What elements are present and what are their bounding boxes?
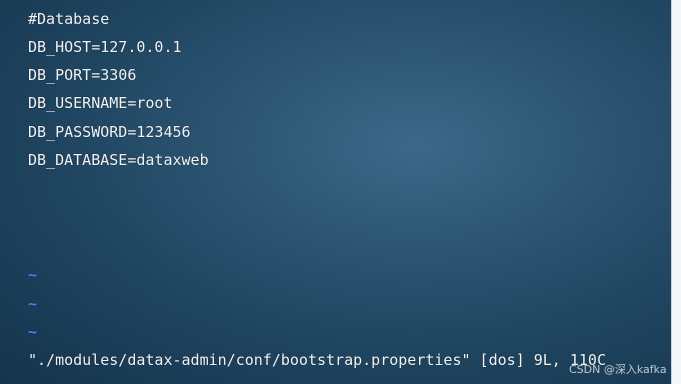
editor-status-line: "./modules/datax-admin/conf/bootstrap.pr…: [28, 351, 606, 369]
file-line-4: DB_USERNAME=root: [28, 94, 173, 112]
empty-line-marker: ~: [28, 266, 38, 284]
file-line-6: DB_DATABASE=dataxweb: [28, 151, 209, 169]
watermark: CSDN @深入kafka: [569, 363, 667, 376]
file-line-5: DB_PASSWORD=123456: [28, 123, 191, 141]
window-edge: [671, 0, 681, 384]
empty-line-marker: ~: [28, 295, 38, 313]
empty-line-marker: ~: [28, 323, 38, 341]
file-line-1: #Database: [28, 10, 110, 28]
file-line-3: DB_PORT=3306: [28, 66, 137, 84]
terminal-window[interactable]: #Database DB_HOST=127.0.0.1 DB_PORT=3306…: [0, 0, 671, 384]
file-line-2: DB_HOST=127.0.0.1: [28, 38, 182, 56]
